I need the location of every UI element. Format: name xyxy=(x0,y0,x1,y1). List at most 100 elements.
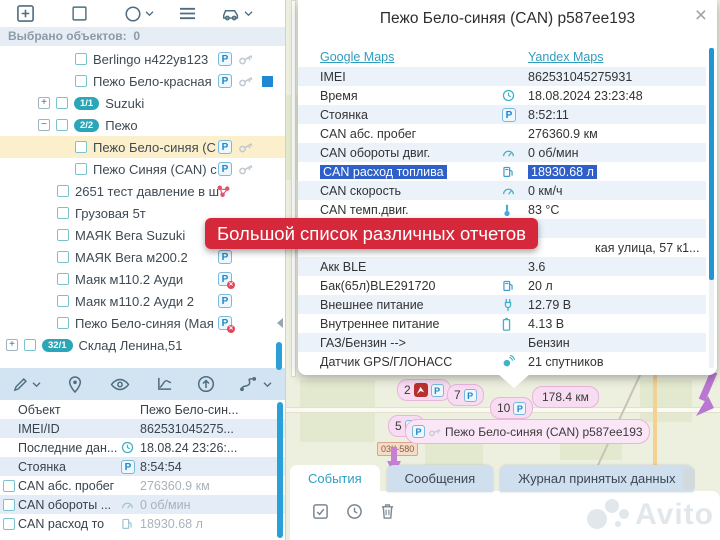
tree-item[interactable]: Пежо Бело-синяя (Мая P✕ xyxy=(0,312,285,334)
cluster-count: 7 xyxy=(454,388,461,402)
parking-icon: P xyxy=(502,108,516,122)
cluster-count: 2 xyxy=(404,383,411,397)
count-badge: 1/1 xyxy=(74,97,99,110)
checkbox[interactable] xyxy=(75,163,87,175)
tab-messages[interactable]: Сообщения xyxy=(387,465,494,492)
expand-icon[interactable]: + xyxy=(6,339,18,351)
detail-row: Последние дан... 18.08.24 23:26:... xyxy=(0,438,285,457)
annotation-banner: Большой список различных отчетов xyxy=(205,218,538,249)
popup-row-imei: IMEI 862531045275931 xyxy=(298,67,706,86)
yandex-maps-link[interactable]: Yandex Maps xyxy=(528,50,604,64)
parking-icon: P xyxy=(218,52,232,66)
popup-row-int-power: Внутреннее питание 4.13 В xyxy=(298,314,706,333)
google-maps-link[interactable]: Google Maps xyxy=(320,50,394,64)
geofence-button[interactable] xyxy=(71,5,88,22)
tree-item[interactable]: Berlingo н422ув123 P xyxy=(0,48,285,70)
add-square-icon xyxy=(16,4,35,23)
square-icon xyxy=(71,5,88,22)
route-arrow-icon xyxy=(690,370,720,422)
list-view-button[interactable] xyxy=(178,6,197,21)
fuel-icon xyxy=(502,165,528,178)
checkbox[interactable] xyxy=(75,53,87,65)
detail-row: Стоянка P 8:54:54 xyxy=(0,457,285,476)
bottom-tabs: События Сообщения Журнал принятых данных xyxy=(290,465,693,492)
checkbox[interactable] xyxy=(56,119,68,131)
checkbox[interactable] xyxy=(57,185,69,197)
chevron-down-icon xyxy=(32,381,41,388)
fuel-icon xyxy=(502,279,528,292)
list-icon xyxy=(178,6,197,21)
popup-row-time: Время 18.08.2024 23:23:48 xyxy=(298,86,706,105)
detail-row: CAN обороты ... 0 об/мин xyxy=(0,495,285,514)
thermometer-icon xyxy=(502,203,528,217)
tree-item[interactable]: Пежо Бело-красная P xyxy=(0,70,285,92)
checkbox[interactable] xyxy=(75,75,87,87)
tree-item-selected[interactable]: Пежо Бело-синяя (С P xyxy=(0,136,285,158)
checkbox[interactable] xyxy=(57,317,69,329)
popup-row-akk-ble: Акк BLE 3.6 xyxy=(298,257,706,276)
send-button[interactable] xyxy=(197,375,215,393)
add-unit-button[interactable] xyxy=(16,4,35,23)
checkbox[interactable] xyxy=(57,251,69,263)
checkbox[interactable] xyxy=(75,141,87,153)
parking-icon: P xyxy=(121,460,135,474)
checkbox[interactable] xyxy=(3,518,15,530)
checkbox[interactable] xyxy=(24,339,36,351)
tree-item[interactable]: 2651 тест давление в ш xyxy=(0,180,285,202)
collapse-icon[interactable]: − xyxy=(38,119,50,131)
details-scrollbar-thumb[interactable] xyxy=(277,402,283,538)
pressure-sensor-icon xyxy=(216,184,231,198)
tracking-app: 2 P 7 P 10 P 178.4 км 5 P P Пежо Бе xyxy=(0,0,720,540)
checkbox[interactable] xyxy=(57,207,69,219)
map-cluster-7[interactable]: 7 P xyxy=(447,384,484,406)
checkbox[interactable] xyxy=(57,273,69,285)
map-links-row: Google Maps Yandex Maps xyxy=(298,48,706,67)
map-cluster-2[interactable]: 2 P xyxy=(397,379,451,401)
select-checkbox-icon[interactable] xyxy=(312,503,329,520)
map-cluster-10[interactable]: 10 P xyxy=(490,397,533,419)
expand-icon[interactable]: + xyxy=(38,97,50,109)
clock-icon[interactable] xyxy=(346,503,363,520)
map-block xyxy=(640,380,692,422)
avito-logo-icon xyxy=(585,498,631,532)
visibility-button[interactable] xyxy=(110,378,130,391)
location-pin-icon xyxy=(68,376,82,393)
checkbox[interactable] xyxy=(3,480,15,492)
tab-events[interactable]: События xyxy=(290,465,380,492)
chart-button[interactable] xyxy=(156,376,173,392)
tree-item[interactable]: Маяк м110.2 Ауди P✕ xyxy=(0,268,285,290)
collapse-panel-icon[interactable] xyxy=(277,318,283,328)
checkbox[interactable] xyxy=(3,499,15,511)
vehicle-info-popup: Пежо Бело-синяя (CAN) p587ee193 × Google… xyxy=(298,0,717,375)
edit-button[interactable] xyxy=(12,376,41,393)
tree-group[interactable]: − 2/2 Пежо xyxy=(0,114,285,136)
tree-item[interactable]: Пежо Синяя (CAN) с P xyxy=(0,158,285,180)
close-icon[interactable]: × xyxy=(695,6,707,26)
tree-group[interactable]: + 1/1 Suzuki xyxy=(0,92,285,114)
color-tag xyxy=(262,76,273,87)
tree-item[interactable]: МАЯК Вега м200.2 P xyxy=(0,246,285,268)
map-vehicle-label[interactable]: P Пежо Бело-синяя (CAN) p587ee193 xyxy=(405,419,650,444)
popup-row-rpm: CAN обороты двиг. 0 об/мин xyxy=(298,143,706,162)
popup-title: Пежо Бело-синяя (CAN) p587ee193 xyxy=(298,10,717,28)
tree-scrollbar-thumb[interactable] xyxy=(276,342,282,370)
tabs-scrollbar[interactable] xyxy=(683,468,695,490)
track-button[interactable] xyxy=(239,377,272,392)
checkbox[interactable] xyxy=(57,229,69,241)
popup-row-speed: CAN скорость 0 км/ч xyxy=(298,181,706,200)
checkbox[interactable] xyxy=(57,295,69,307)
convoy-button[interactable] xyxy=(221,6,253,21)
circle-icon xyxy=(124,5,142,23)
tree-item[interactable]: Маяк м110.2 Ауди 2 P xyxy=(0,290,285,312)
popup-row-parking: Стоянка P 8:52:11 xyxy=(298,105,706,124)
locate-button[interactable] xyxy=(68,376,82,393)
tree-group[interactable]: + 32/1 Склад Ленина,51 xyxy=(0,334,285,356)
popup-scrollbar-thumb[interactable] xyxy=(709,48,714,280)
popup-row-tank: Бак(65л)BLE291720 20 л xyxy=(298,276,706,295)
trash-icon[interactable] xyxy=(380,503,395,520)
map-road xyxy=(653,375,657,467)
checkbox[interactable] xyxy=(56,97,68,109)
gauge-icon xyxy=(502,147,528,158)
tab-data-log[interactable]: Журнал принятых данных xyxy=(500,465,693,492)
circle-tool-button[interactable] xyxy=(124,5,154,23)
